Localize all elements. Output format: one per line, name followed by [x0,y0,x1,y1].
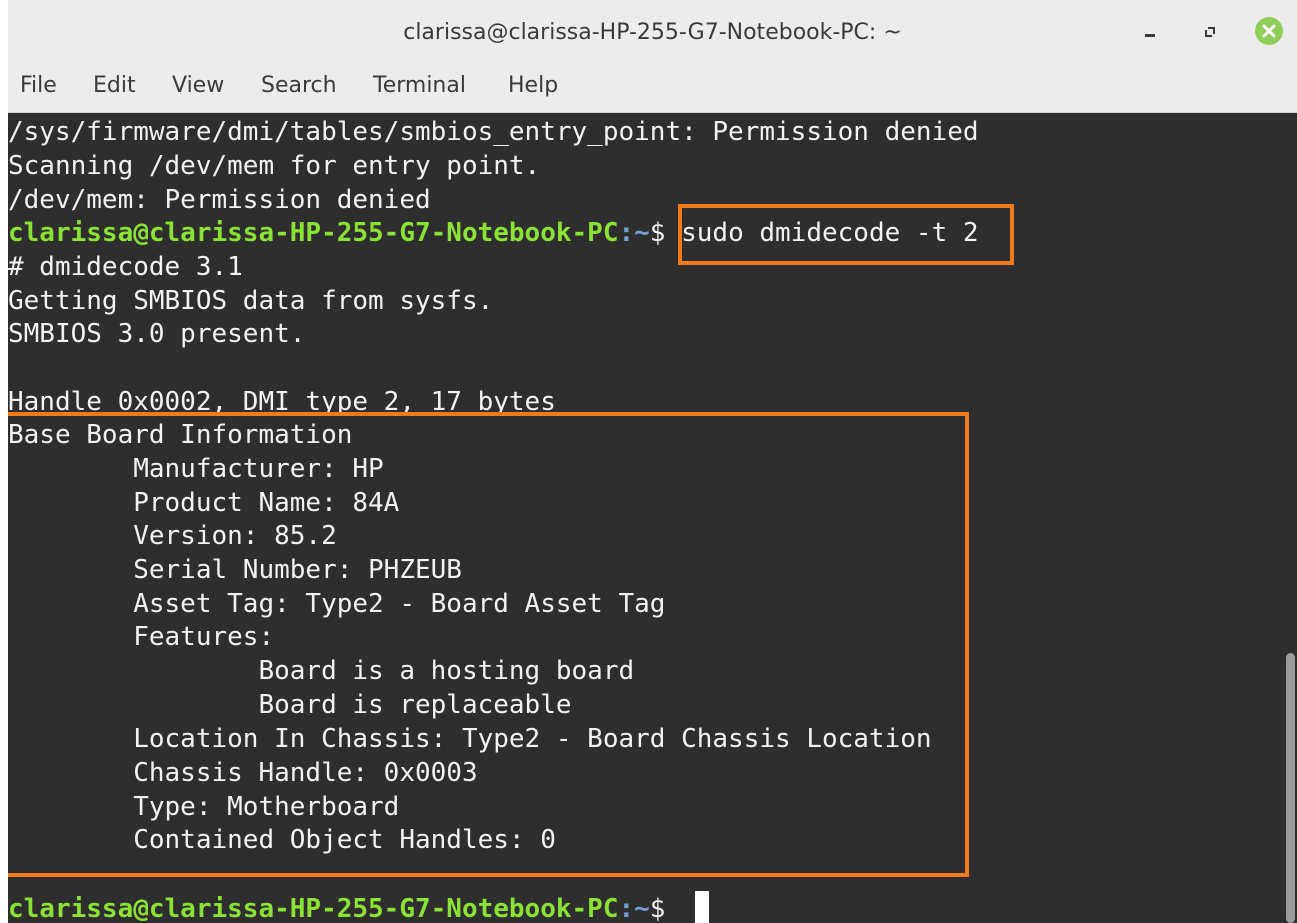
output-line: Handle 0x0002, DMI type 2, 17 bytes [8,387,556,417]
close-button[interactable] [1255,17,1283,45]
output-line: Product Name: 84A [8,488,400,518]
output-line: Version: 85.2 [8,521,337,551]
output-line: Manufacturer: HP [8,454,384,484]
menu-view[interactable]: View [172,73,224,98]
prompt-path: :~ [618,894,650,923]
scrollbar-thumb[interactable] [1286,653,1295,923]
prompt-line: clarissa@clarissa-HP-255-G7-Notebook-PC:… [8,891,710,923]
menu-bar: File Edit View Search Terminal Help [8,62,1297,113]
output-line: Chassis Handle: 0x0003 [8,758,478,788]
window-title: clarissa@clarissa-HP-255-G7-Notebook-PC:… [403,20,902,45]
menu-search[interactable]: Search [261,73,337,98]
menu-file[interactable]: File [20,73,57,98]
minimize-button[interactable] [1136,18,1164,46]
output-line: Getting SMBIOS data from sysfs. [8,286,494,316]
scrollbar[interactable] [1283,113,1297,923]
menu-help[interactable]: Help [508,73,558,98]
output-line: Board is a hosting board [8,656,635,686]
output-line: Contained Object Handles: 0 [8,825,556,855]
minimize-icon [1145,34,1155,37]
maximize-button[interactable] [1196,18,1224,46]
prompt-user-host: clarissa@clarissa-HP-255-G7-Notebook-PC [8,894,619,923]
output-line: Type: Motherboard [8,792,400,822]
title-bar[interactable]: clarissa@clarissa-HP-255-G7-Notebook-PC:… [8,0,1297,62]
command-line: clarissa@clarissa-HP-255-G7-Notebook-PC:… [8,216,979,250]
output-line: /dev/mem: Permission denied [8,185,431,215]
prompt-symbol: $ [649,218,682,248]
output-line: Serial Number: PHZEUB [8,555,462,585]
output-line: Asset Tag: Type2 - Board Asset Tag [8,589,666,619]
terminal-window: clarissa@clarissa-HP-255-G7-Notebook-PC:… [8,0,1297,923]
prompt-symbol: $ [649,894,682,923]
prompt-user-host: clarissa@clarissa-HP-255-G7-Notebook-PC [8,218,619,248]
text-cursor [695,891,710,923]
output-line: Base Board Information [8,420,353,450]
output-line: Location In Chassis: Type2 - Board Chass… [8,724,932,754]
output-line: Board is replaceable [8,690,572,720]
output-line: Features: [8,622,275,652]
menu-terminal[interactable]: Terminal [373,73,466,98]
output-line: Scanning /dev/mem for entry point. [8,151,541,181]
maximize-icon [1205,27,1215,37]
output-line: SMBIOS 3.0 present. [8,319,306,349]
prompt-path: :~ [618,218,650,248]
close-icon [1262,24,1276,38]
menu-edit[interactable]: Edit [93,73,136,98]
terminal-output[interactable]: /sys/firmware/dmi/tables/smbios_entry_po… [8,113,1297,923]
output-line: /sys/firmware/dmi/tables/smbios_entry_po… [8,117,979,147]
typed-command: sudo dmidecode -t 2 [681,218,979,248]
output-line: # dmidecode 3.1 [8,252,243,282]
